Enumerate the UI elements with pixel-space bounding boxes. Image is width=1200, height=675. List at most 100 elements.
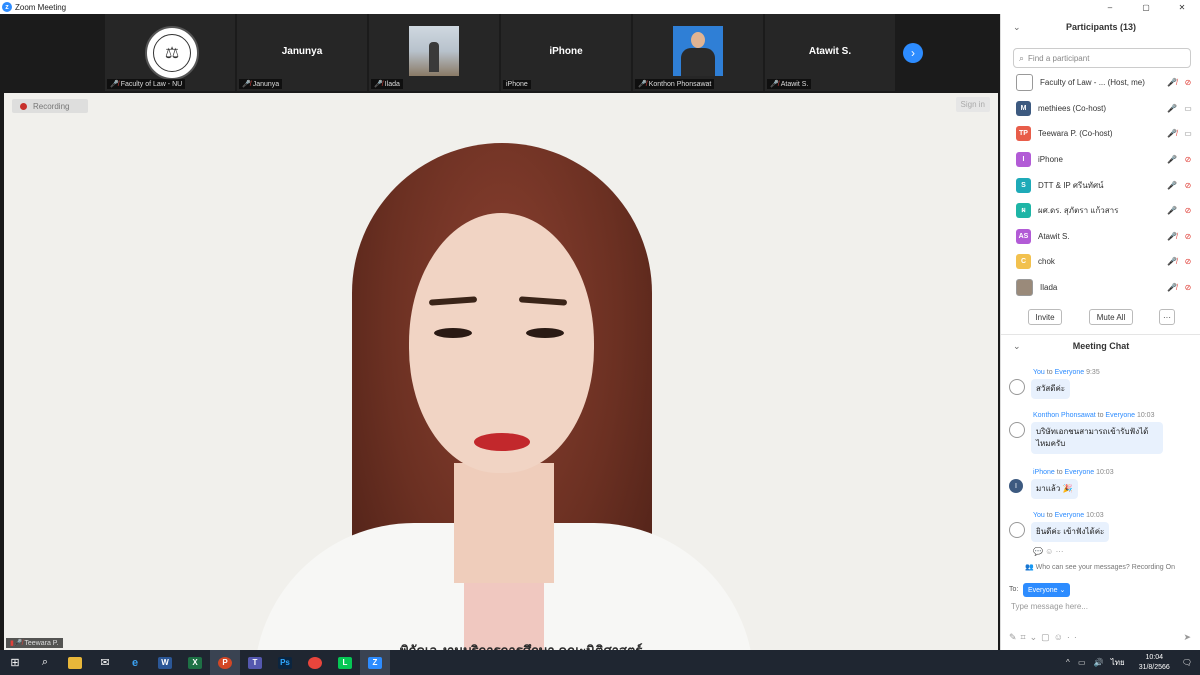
camera-off-icon[interactable]: ⊘: [1179, 181, 1197, 190]
system-tray: ^ ▭ 🔊 ไทย 10:04 31/8/2566 🗨: [1066, 650, 1192, 675]
mic-muted-icon[interactable]: 🎤̸: [1165, 257, 1179, 266]
chrome-icon[interactable]: [300, 650, 330, 675]
chevron-down-icon[interactable]: ⌄: [1013, 341, 1021, 352]
tile-caption: iPhone: [503, 80, 531, 89]
participant-row[interactable]: TP Teewara P. (Co-host) 🎤̸ ▭: [1001, 121, 1200, 147]
more-options-button[interactable]: ···: [1159, 309, 1175, 325]
sign-in-button[interactable]: Sign in: [955, 97, 990, 112]
video-tile-konthon[interactable]: 🎤̸ Konthon Phonsawat: [633, 14, 763, 91]
mail-icon[interactable]: ✉: [90, 650, 120, 675]
more-icon[interactable]: ··: [1067, 632, 1081, 642]
next-page-chevron-icon[interactable]: ›: [903, 43, 923, 63]
send-icon[interactable]: ➤: [1183, 632, 1191, 643]
minimize-button[interactable]: –: [1092, 0, 1128, 14]
mic-icon[interactable]: 🎤: [1165, 104, 1179, 113]
close-button[interactable]: ✕: [1164, 0, 1200, 14]
mic-icon[interactable]: 🎤: [1165, 181, 1179, 190]
participant-name: DTT & IP ศรีนทัศน์: [1038, 180, 1104, 190]
divider: [1001, 334, 1200, 335]
recording-notice[interactable]: 👥 Who can see your messages? Recording O…: [1025, 563, 1175, 571]
edge-browser-icon[interactable]: e: [120, 650, 150, 675]
camera-off-icon[interactable]: ⊘: [1179, 78, 1197, 87]
file-icon[interactable]: ▢: [1041, 632, 1054, 642]
participant-row[interactable]: Faculty of Law - ... (Host, me) 🎤̸ ⊘: [1001, 70, 1200, 96]
search-icon: ⌕: [1019, 52, 1025, 63]
line-app-icon[interactable]: L: [330, 650, 360, 675]
participant-name: chok: [1038, 257, 1055, 267]
chat-bubble: บริษัทเอกชนสามารถเข้ารับฟังได้ไหมครับ: [1031, 422, 1163, 454]
screenshot-icon[interactable]: ⌗: [1021, 632, 1030, 642]
maximize-button[interactable]: ▢: [1128, 0, 1164, 14]
mic-muted-icon[interactable]: 🎤̸: [1165, 232, 1179, 241]
tile-display-name: Janunya: [281, 46, 323, 57]
file-explorer-icon[interactable]: [60, 650, 90, 675]
participant-avatar: AS: [1016, 228, 1031, 244]
participant-row[interactable]: AS Atawit S. 🎤̸ ⊘: [1001, 224, 1200, 250]
camera-icon[interactable]: ▭: [1179, 129, 1197, 138]
chevron-down-icon[interactable]: ⌄: [1030, 632, 1042, 642]
recording-indicator[interactable]: Recording: [12, 99, 88, 113]
zoom-logo-icon: z: [2, 2, 12, 12]
participant-search-input[interactable]: ⌕ Find a participant: [1013, 48, 1191, 68]
invite-button[interactable]: Invite: [1028, 309, 1062, 325]
camera-off-icon[interactable]: ⊘: [1179, 155, 1197, 164]
participant-name: methiees (Co-host): [1038, 103, 1107, 113]
speaker-lips: [474, 433, 530, 451]
camera-off-icon[interactable]: ⊘: [1179, 206, 1197, 215]
mute-all-button[interactable]: Mute All: [1089, 309, 1133, 325]
powerpoint-icon[interactable]: P: [210, 650, 240, 675]
chat-avatar: [1009, 422, 1025, 438]
chevron-down-icon[interactable]: ⌄: [1013, 22, 1021, 33]
video-tile-faculty[interactable]: ⚖ 🎤̸ Faculty of Law - NU: [105, 14, 235, 91]
participant-row[interactable]: ผ ผศ.ดร. สุภัตรา แก้วสาร 🎤 ⊘: [1001, 198, 1200, 224]
participant-avatar: [1016, 74, 1033, 92]
teams-icon[interactable]: T: [240, 650, 270, 675]
mic-icon[interactable]: 🎤: [1165, 206, 1179, 215]
tile-caption: 🎤̸ Ilada: [371, 79, 403, 89]
search-icon[interactable]: ⌕: [30, 650, 60, 675]
tile-caption: 🎤̸ Janunya: [239, 79, 283, 89]
participant-row[interactable]: Cchok 🎤̸ ⊘: [1001, 249, 1200, 275]
camera-icon[interactable]: ▭: [1179, 104, 1197, 113]
participant-avatar: TP: [1016, 126, 1031, 142]
system-clock[interactable]: 10:04 31/8/2566: [1139, 653, 1170, 673]
mic-muted-icon[interactable]: 🎤̸: [1165, 129, 1179, 138]
speaker-eye: [434, 328, 472, 338]
camera-off-icon[interactable]: ⊘: [1179, 232, 1197, 241]
video-tile-ilada[interactable]: 🎤̸ Ilada: [369, 14, 499, 91]
input-language[interactable]: ไทย: [1111, 656, 1125, 669]
word-icon[interactable]: W: [150, 650, 180, 675]
tile-display-name: Atawit S.: [808, 46, 852, 57]
format-icon[interactable]: ✎: [1009, 632, 1021, 642]
message-reaction-icons[interactable]: 💬 ☺ ···: [1033, 547, 1064, 556]
participant-list: Faculty of Law - ... (Host, me) 🎤̸ ⊘ Mmethi…: [1001, 70, 1200, 300]
video-tile-atawit[interactable]: Atawit S. 🎤̸ Atawit S.: [765, 14, 895, 91]
excel-icon[interactable]: X: [180, 650, 210, 675]
zoom-app-icon[interactable]: Z: [360, 650, 390, 675]
recipient-dropdown[interactable]: Everyone ⌄: [1023, 583, 1071, 597]
mic-muted-icon[interactable]: 🎤̸: [1165, 283, 1179, 292]
participant-row[interactable]: Mmethiees (Co-host) 🎤 ▭: [1001, 96, 1200, 122]
mic-muted-icon: 🎤̸: [242, 81, 251, 88]
video-tile-janunya[interactable]: Janunya 🎤̸ Janunya: [237, 14, 367, 91]
participant-name: Faculty of Law - ... (Host, me): [1040, 78, 1145, 88]
to-label: To:: [1009, 586, 1019, 593]
mic-icon[interactable]: 🎤: [1165, 155, 1179, 164]
start-windows-icon[interactable]: ⊞: [0, 650, 30, 675]
camera-off-icon[interactable]: ⊘: [1179, 283, 1197, 292]
participant-row[interactable]: Ilada 🎤̸ ⊘: [1001, 275, 1200, 301]
participant-row[interactable]: IiPhone 🎤 ⊘: [1001, 147, 1200, 173]
notification-icon[interactable]: 🗨: [1182, 658, 1192, 667]
tile-caption: 🎤̸ Atawit S.: [767, 79, 812, 89]
participant-row[interactable]: S DTT & IP ศรีนทัศน์ 🎤 ⊘: [1001, 172, 1200, 198]
emoji-icon[interactable]: ☺: [1054, 632, 1067, 642]
tray-icons[interactable]: ^ ▭ 🔊: [1066, 658, 1107, 667]
participant-name: Atawit S.: [1038, 231, 1070, 241]
title-bar: z Zoom Meeting – ▢ ✕: [0, 0, 1200, 14]
video-tile-iphone[interactable]: iPhone iPhone: [501, 14, 631, 91]
photoshop-icon[interactable]: Ps: [270, 650, 300, 675]
active-speaker-video: Recording Sign in ▮🎤̸ Teewara P.: [4, 93, 998, 650]
chat-message-input[interactable]: Type message here...: [1011, 602, 1088, 611]
mic-muted-icon[interactable]: 🎤̸: [1165, 78, 1179, 87]
camera-off-icon[interactable]: ⊘: [1179, 257, 1197, 266]
